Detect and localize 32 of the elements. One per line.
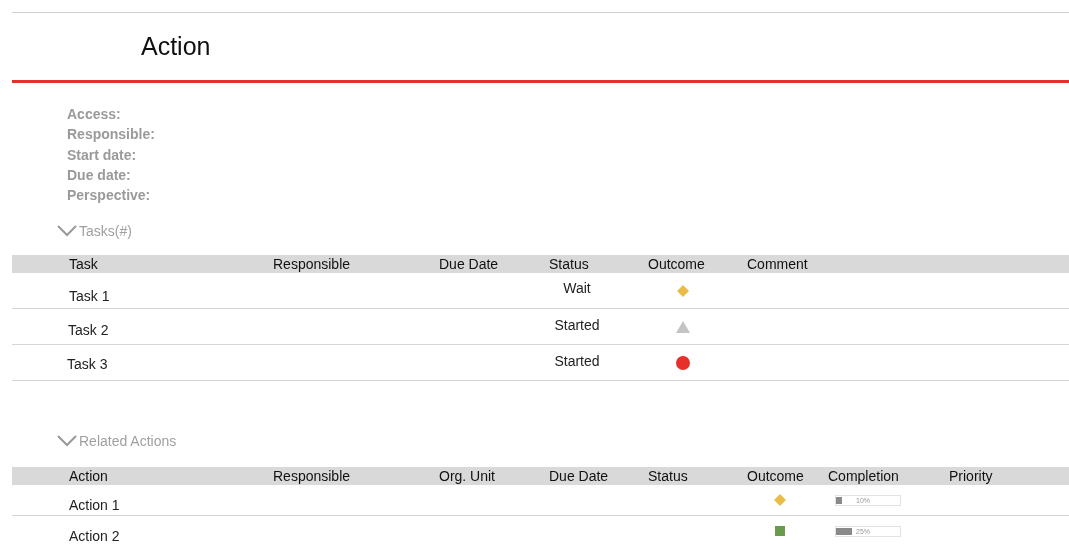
table-cell-text: Task 1 bbox=[69, 288, 111, 304]
table-cell-text: Task 3 bbox=[67, 356, 109, 372]
section-toggle[interactable]: Tasks(#) bbox=[57, 223, 132, 240]
column-header: Action bbox=[69, 468, 109, 485]
table-cell: Started bbox=[554, 317, 600, 333]
column-header: Responsible bbox=[273, 468, 352, 485]
column-header: Due Date bbox=[439, 256, 500, 273]
column-header: Outcome bbox=[648, 256, 706, 273]
column-header: Status bbox=[648, 468, 689, 485]
field-label: Responsible: bbox=[67, 125, 156, 145]
chevron-icon bbox=[57, 435, 77, 448]
field-label: Due date: bbox=[67, 165, 132, 185]
field-label: Start date: bbox=[67, 145, 138, 165]
table-cell-text: Task 2 bbox=[68, 322, 110, 338]
column-header: Due Date bbox=[549, 468, 610, 485]
column-header: Status bbox=[549, 256, 590, 273]
table-cell-text: Action 1 bbox=[69, 497, 121, 514]
column-header: Comment bbox=[747, 256, 809, 273]
table-cell: Started bbox=[554, 353, 600, 369]
table-cell: Wait bbox=[563, 280, 591, 296]
chevron-icon bbox=[57, 225, 77, 238]
column-header: Org. Unit bbox=[439, 468, 496, 485]
field-label: Access: bbox=[67, 105, 122, 124]
column-header: Completion bbox=[828, 468, 900, 485]
section-toggle[interactable]: Related Actions bbox=[57, 433, 177, 450]
column-header: Responsible bbox=[273, 256, 352, 273]
table-cell-text: Action 2 bbox=[69, 528, 121, 545]
column-header: Outcome bbox=[747, 468, 805, 485]
column-header: Task bbox=[69, 256, 99, 273]
field-label: Perspective: bbox=[67, 186, 152, 206]
page-title: Action bbox=[141, 32, 211, 61]
column-header: Priority bbox=[949, 468, 994, 485]
